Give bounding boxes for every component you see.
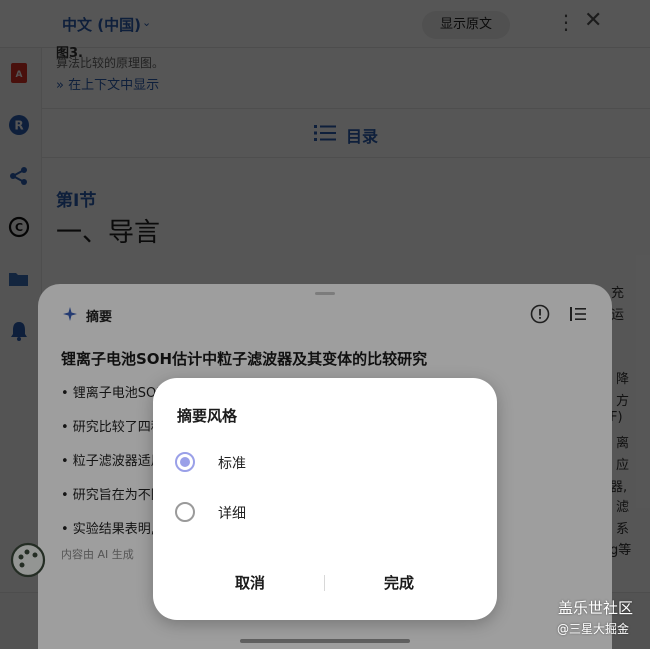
summary-style-dialog: 摘要风格 标准 详细 取消 完成 xyxy=(153,378,497,620)
option-standard[interactable]: 标准 xyxy=(175,447,475,477)
option-label: 详细 xyxy=(218,506,246,522)
option-detailed[interactable]: 详细 xyxy=(175,497,475,527)
watermark-handle: @三星大掘金 xyxy=(557,622,630,636)
watermark-community: 盖乐世社区 xyxy=(558,599,634,617)
radio-button[interactable] xyxy=(175,452,195,472)
option-label: 标准 xyxy=(218,456,246,472)
dialog-title: 摘要风格 xyxy=(177,407,238,425)
button-divider xyxy=(324,575,325,591)
radio-button[interactable] xyxy=(175,502,195,522)
cancel-button[interactable]: 取消 xyxy=(180,572,320,593)
done-button[interactable]: 完成 xyxy=(329,572,469,593)
